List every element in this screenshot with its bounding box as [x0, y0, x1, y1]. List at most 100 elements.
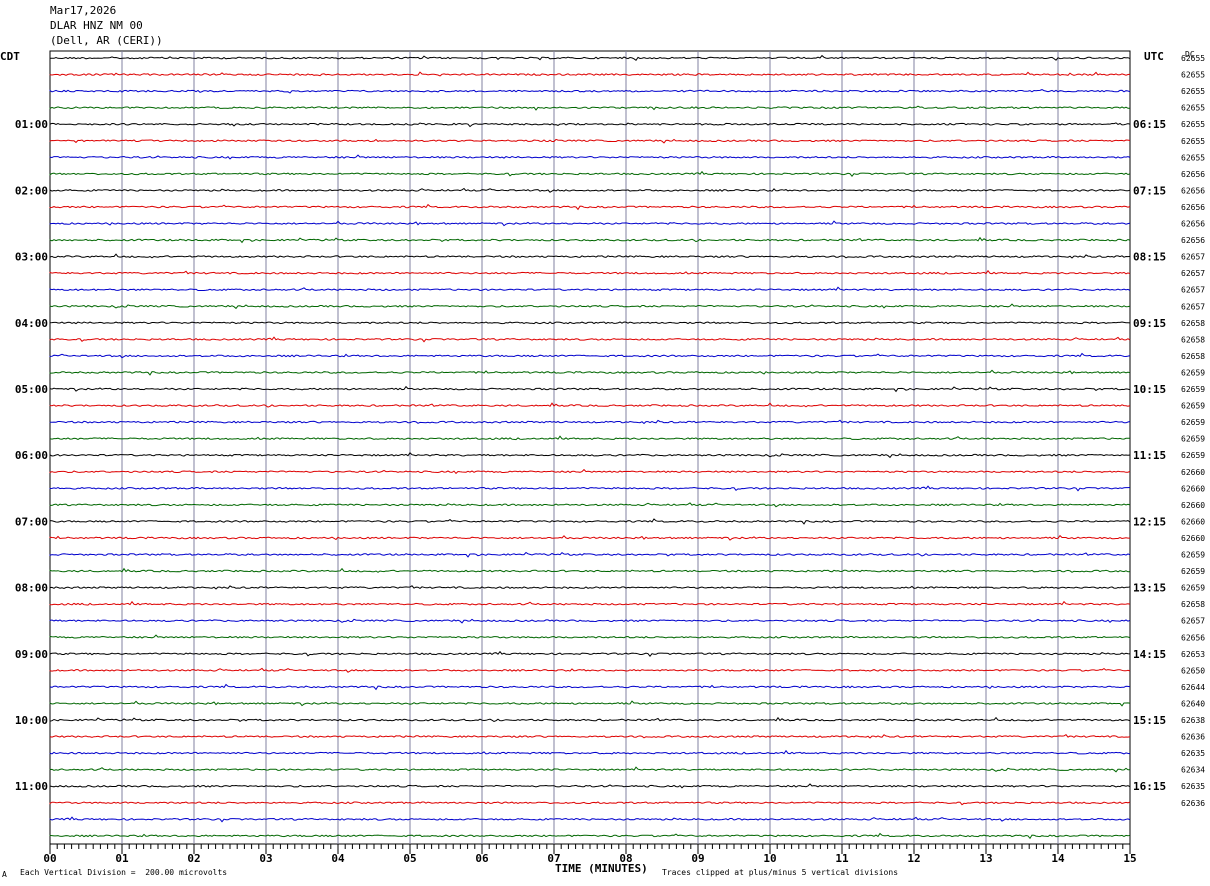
axis-labels: 00 01 02 03 04 05 06 07 08 09 10 11 12 13 14 1501:0002:…: [15, 54, 1205, 865]
x-tick-label: 14: [1051, 852, 1065, 865]
right-hour-label: 12:15: [1133, 515, 1166, 528]
seismic-trace: [49, 716, 1131, 723]
dc-offset-value: 62638: [1181, 716, 1205, 725]
left-hour-label: 04:00: [15, 317, 48, 330]
seismic-trace: [49, 89, 1131, 94]
dc-offset-value: 62660: [1181, 517, 1205, 526]
seismic-trace: [49, 187, 1131, 193]
seismic-trace: [49, 650, 1131, 658]
corner-mark: A: [2, 870, 7, 879]
dc-offset-value: 62635: [1181, 749, 1205, 758]
seismic-trace: [49, 734, 1131, 739]
helicorder-plot: 00 01 02 03 04 05 06 07 08 09 10 11 12 13 14 1501:0002:…: [15, 50, 1205, 865]
seismic-trace: [49, 700, 1131, 707]
left-hour-label: 05:00: [15, 383, 48, 396]
seismic-trace: [49, 683, 1131, 691]
dc-offset-value: 62657: [1181, 286, 1205, 295]
seismic-trace: [49, 551, 1131, 558]
seismic-trace: [49, 170, 1131, 178]
dc-offset-value: 62655: [1181, 71, 1205, 80]
seismic-trace: [49, 502, 1131, 508]
dc-offset-value: 62659: [1181, 451, 1205, 460]
seismic-trace: [49, 385, 1131, 393]
dc-offset-value: 62635: [1181, 782, 1205, 791]
right-hour-label: 09:15: [1133, 317, 1166, 330]
seismic-trace: [49, 585, 1131, 590]
left-hour-label: 08:00: [15, 582, 48, 595]
dc-offset-value: 62659: [1181, 385, 1205, 394]
x-tick-label: 09: [691, 852, 704, 865]
seismic-trace: [49, 618, 1131, 624]
seismic-trace: [49, 832, 1131, 840]
dc-offset-value: 62656: [1181, 220, 1205, 229]
dc-offset-value: 62656: [1181, 236, 1205, 245]
x-tick-label: 01: [115, 852, 129, 865]
dc-offset-value: 62659: [1181, 584, 1205, 593]
vertical-scale-note: Each Vertical Division = 200.00 microvol…: [20, 868, 228, 877]
dc-offset-value: 62650: [1181, 666, 1205, 675]
right-hour-label: 08:15: [1133, 251, 1166, 264]
right-hour-label: 14:15: [1133, 648, 1166, 661]
dc-offset-value: 62660: [1181, 501, 1205, 510]
seismic-trace: [49, 634, 1131, 639]
dc-offset-value: 62655: [1181, 104, 1205, 113]
dc-offset-value: 62655: [1181, 137, 1205, 146]
x-axis-title: TIME (MINUTES): [555, 862, 648, 875]
x-tick-label: 10: [763, 852, 776, 865]
dc-offset-value: 62657: [1181, 302, 1205, 311]
seismic-trace: [49, 54, 1131, 62]
plot-frame: [49, 50, 1131, 845]
x-tick-label: 03: [259, 852, 272, 865]
x-tick-label: 15: [1123, 852, 1136, 865]
dc-offset-value: 62636: [1181, 733, 1205, 742]
dc-offset-value: 62657: [1181, 617, 1205, 626]
left-hour-label: 01:00: [15, 118, 48, 131]
seismic-trace: [49, 783, 1131, 789]
seismic-trace: [49, 766, 1131, 773]
seismic-traces: [49, 54, 1131, 840]
dc-offset-value: 62655: [1181, 54, 1205, 63]
seismic-trace: [49, 567, 1131, 573]
dc-offset-value: 62660: [1181, 534, 1205, 543]
right-hour-label: 10:15: [1133, 383, 1166, 396]
dc-offset-value: 62656: [1181, 170, 1205, 179]
x-tick-label: 12: [907, 852, 920, 865]
dc-offset-value: 62656: [1181, 633, 1205, 642]
dc-offset-value: 62659: [1181, 435, 1205, 444]
seismic-trace: [49, 816, 1131, 823]
left-hour-label: 06:00: [15, 449, 48, 462]
dc-offset-value: 62659: [1181, 567, 1205, 576]
dc-offset-value: 62640: [1181, 699, 1205, 708]
left-hour-label: 07:00: [15, 515, 48, 528]
left-hour-label: 10:00: [15, 714, 48, 727]
plot-grid: [49, 50, 1131, 854]
dc-offset-value: 62659: [1181, 418, 1205, 427]
dc-offset-value: 62655: [1181, 120, 1205, 129]
dc-offset-value: 62660: [1181, 484, 1205, 493]
seismic-trace: [49, 138, 1131, 144]
seismic-trace: [49, 71, 1131, 77]
dc-offset-value: 62656: [1181, 203, 1205, 212]
dc-offset-value: 62658: [1181, 335, 1205, 344]
right-hour-label: 16:15: [1133, 780, 1166, 793]
dc-offset-value: 62636: [1181, 799, 1205, 808]
dc-offset-value: 62659: [1181, 551, 1205, 560]
dc-offset-value: 62658: [1181, 352, 1205, 361]
seismic-trace: [49, 253, 1131, 259]
dc-offset-value: 62644: [1181, 683, 1205, 692]
left-hour-label: 02:00: [15, 184, 48, 197]
dc-offset-value: 62660: [1181, 468, 1205, 477]
dc-offset-value: 62659: [1181, 402, 1205, 411]
left-hour-label: 03:00: [15, 251, 48, 264]
seismic-trace: [49, 435, 1130, 441]
x-tick-label: 06: [475, 852, 489, 865]
dc-offset-value: 62655: [1181, 87, 1205, 96]
x-tick-label: 04: [331, 852, 345, 865]
seismic-trace: [49, 369, 1131, 376]
dc-offset-value: 62653: [1181, 650, 1205, 659]
seismic-trace: [49, 485, 1131, 492]
right-hour-label: 11:15: [1133, 449, 1166, 462]
seismic-trace: [49, 286, 1131, 292]
left-hour-label: 11:00: [15, 780, 48, 793]
seismic-trace: [49, 105, 1131, 111]
